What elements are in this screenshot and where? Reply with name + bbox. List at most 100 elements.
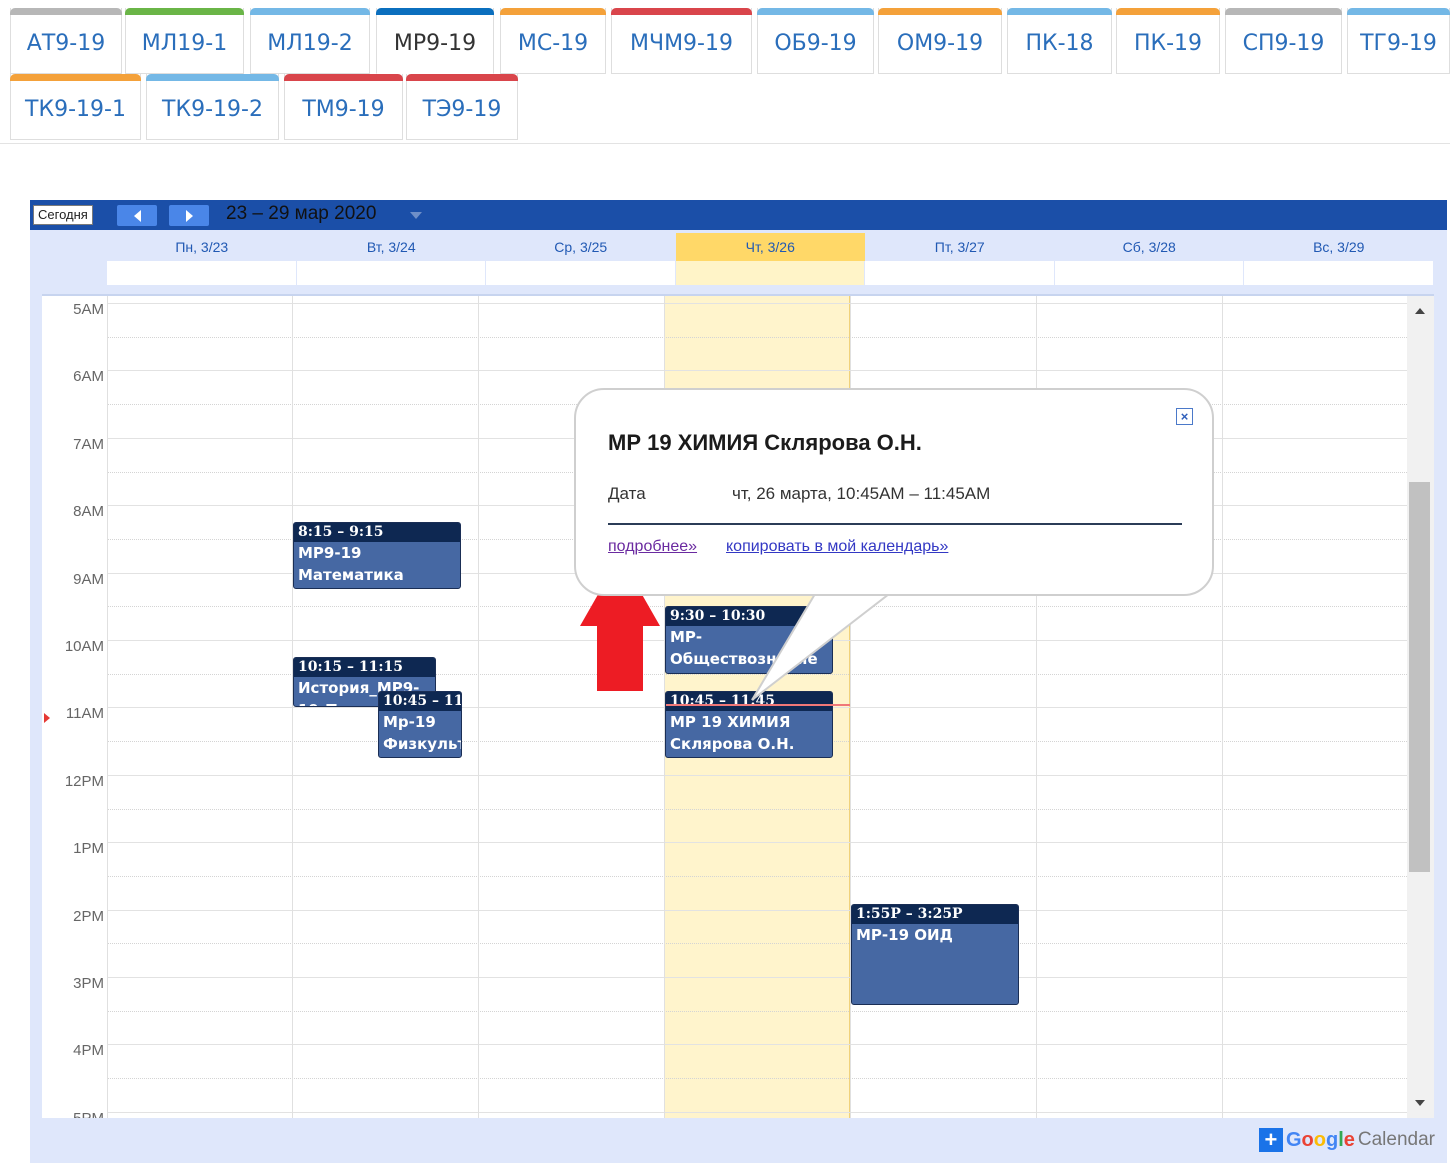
day-header-1[interactable]: Пн, 3/23 [107,233,297,261]
tab-ат9-19[interactable]: АТ9-19 [10,8,122,74]
add-to-google-calendar-button[interactable]: + Google Calendar [1258,1126,1435,1154]
tab-color-bar [1007,8,1112,15]
popup-divider [608,523,1182,525]
tab-color-bar [1116,8,1220,15]
popup-date-label: Дата [608,484,646,503]
scroll-down-icon[interactable] [1415,1100,1425,1106]
tab-color-bar [125,8,244,15]
tab-color-bar [1225,8,1342,15]
tab-label: МЧМ9-19 [630,31,733,56]
tab-label: ТК9-19-2 [162,97,263,122]
tab-label: МЛ19-1 [141,31,228,56]
tab-мчм9-19[interactable]: МЧМ9-19 [611,8,752,74]
calendar-navbar: Сегодня 23 – 29 мар 2020 [30,200,1447,230]
calendar-event[interactable]: 9:30 – 10:30 МР-Обществознание [665,606,833,674]
calendar-word: Calendar [1357,1129,1435,1150]
tab-color-bar [284,74,403,81]
half-hour-line [107,336,1407,338]
day-header-2[interactable]: Вт, 3/24 [297,233,487,261]
tab-color-bar [10,74,141,81]
tab-color-bar [10,8,122,15]
tab-color-bar [500,8,606,15]
copy-to-my-calendar-link[interactable]: копировать в мой календарь» [726,538,948,556]
tab-мл19-2[interactable]: МЛ19-2 [250,8,370,74]
prev-week-button[interactable] [117,205,157,226]
calendar-event[interactable]: 10:45 – 11:45Мр-19 Физкультура [378,690,462,758]
event-time: 10:45 – 11:45 [666,691,832,711]
current-time-line [666,704,850,707]
tab-мл19-1[interactable]: МЛ19-1 [125,8,244,74]
tab-color-bar [611,8,752,15]
chevron-left-icon [133,209,141,222]
tab-тк9-19-2[interactable]: ТК9-19-2 [146,74,279,140]
grid-scrollbar[interactable] [1407,296,1434,1118]
tab-label: ПК-19 [1133,31,1203,56]
scroll-thumb[interactable] [1409,482,1430,872]
plus-icon: + [1258,1128,1283,1152]
calendar-event[interactable]: 1:55P – 3:25P МР-19 ОИД [851,904,1019,1006]
event-time: 8:15 – 9:15 [294,523,460,543]
hour-line [107,909,1407,911]
popup-title: МР 19 ХИМИЯ Склярова О.Н. [608,430,922,455]
half-hour-line [107,875,1407,877]
tab-label: ПК-18 [1025,31,1094,56]
all-day-cell[interactable] [1054,261,1244,285]
day-divider [478,296,479,1118]
calendar-event[interactable]: 8:15 – 9:15 МР9-19 Математика [293,522,461,590]
current-time-marker-icon [44,713,50,724]
tab-тэ9-19[interactable]: ТЭ9-19 [406,74,518,140]
tab-тк9-19-1[interactable]: ТК9-19-1 [10,74,141,140]
calendar-event[interactable]: 10:45 – 11:45 МР 19 ХИМИЯ Склярова О.Н. [665,690,833,758]
tab-пк-19[interactable]: ПК-19 [1116,8,1220,74]
popup-date-value: чт, 26 марта, 10:45AM – 11:45AM [732,484,991,503]
tab-color-bar [376,8,494,15]
half-hour-line [107,943,1407,945]
more-details-link[interactable]: подробнее» [608,538,697,556]
next-week-button[interactable] [169,205,209,226]
tab-label: СП9-19 [1242,31,1325,56]
tab-тг9-19[interactable]: ТГ9-19 [1347,8,1450,74]
event-popup: × МР 19 ХИМИЯ Склярова О.Н. Дата чт, 26 … [574,388,1214,596]
hour-label: 6AM [73,368,104,386]
tab-color-bar [406,74,518,81]
tab-сп9-19[interactable]: СП9-19 [1225,8,1342,74]
all-day-cell[interactable] [1244,261,1434,285]
tab-мр9-19[interactable]: МР9-19 [376,8,494,74]
half-hour-line [107,1010,1407,1012]
tab-пк-18[interactable]: ПК-18 [1007,8,1112,74]
day-header-5[interactable]: Пт, 3/27 [865,233,1055,261]
hour-label: 9AM [73,570,104,588]
hour-label: 4PM [73,1042,104,1060]
hour-label: 10AM [64,638,104,655]
chevron-down-icon[interactable] [410,212,422,219]
day-header-6[interactable]: Сб, 3/28 [1055,233,1245,261]
half-hour-line [107,1078,1407,1080]
tab-мс-19[interactable]: МС-19 [500,8,606,74]
close-icon[interactable]: × [1176,408,1193,425]
tab-label: ТГ9-19 [1360,31,1437,56]
hour-label: 1PM [73,840,104,858]
hour-line [107,1044,1407,1046]
tab-тм9-19[interactable]: ТМ9-19 [284,74,403,140]
group-tabs: АТ9-19 МЛ19-1 МЛ19-2 МР9-19 МС-19 МЧМ9-19 ОБ9-… [0,0,1450,144]
hour-label: 11AM [65,705,104,723]
all-day-cell[interactable] [865,261,1055,285]
tab-label: МЛ19-2 [267,31,353,56]
today-button[interactable]: Сегодня [33,205,93,225]
scroll-up-icon[interactable] [1415,308,1425,314]
date-range-label[interactable]: 23 – 29 мар 2020 [226,203,376,225]
all-day-cell[interactable] [486,261,676,285]
day-header-3[interactable]: Ср, 3/25 [486,233,676,261]
event-title: МР9-19 Математика [298,544,404,585]
all-day-cell[interactable] [107,261,297,285]
tab-label: МР9-19 [393,31,477,56]
tab-label: МС-19 [517,31,589,56]
all-day-cell[interactable] [675,261,865,285]
day-header-4[interactable]: Чт, 3/26 [675,233,865,261]
event-time: 10:45 – 11:45 [379,691,461,711]
tab-об9-19[interactable]: ОБ9-19 [757,8,874,74]
hour-line [107,370,1407,372]
day-header-7[interactable]: Вс, 3/29 [1244,233,1434,261]
tab-ом9-19[interactable]: ОМ9-19 [878,8,1002,74]
all-day-cell[interactable] [296,261,486,285]
